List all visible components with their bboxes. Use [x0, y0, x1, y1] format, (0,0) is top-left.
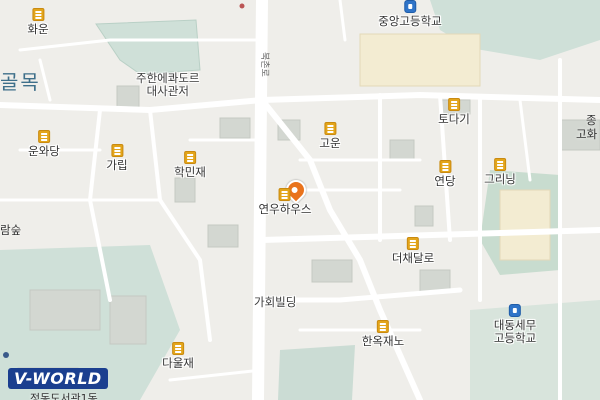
building-icon — [184, 151, 196, 164]
school-ground-daedong — [499, 189, 551, 261]
poi-goun[interactable]: 고운 — [319, 122, 341, 150]
edge-label-bottom: 정동도서관1동 — [30, 392, 98, 400]
building-icon — [38, 130, 50, 143]
poi-label: 그리닝 — [484, 172, 516, 186]
building-icon — [376, 320, 389, 333]
poi-gahoe-building[interactable]: 가회빌딩 — [254, 296, 296, 309]
poi-label: 더채달로 — [391, 251, 435, 265]
school-ground-jungang — [359, 33, 481, 87]
area-label: 골목 — [0, 70, 41, 94]
poi-grining[interactable]: 그리닝 — [484, 158, 516, 186]
poi-todagi[interactable]: 토다기 — [438, 98, 470, 126]
poi-label: 화운 — [27, 22, 49, 36]
poi-label: 운와당 — [28, 144, 60, 158]
poi-hanokjaeno[interactable]: 한옥재노 — [362, 320, 404, 348]
poi-label: 학민재 — [174, 165, 206, 179]
poi-yeondang[interactable]: 연당 — [434, 160, 456, 188]
poi-garip[interactable]: 가립 — [106, 144, 128, 172]
poi-label: 대동세무 고등학교 — [493, 318, 537, 345]
building-icon — [406, 237, 419, 250]
poi-jungang-high-school[interactable]: 중앙고등학교 — [378, 0, 442, 28]
building-icon — [31, 8, 44, 21]
edge-label-left: 람숲 — [0, 223, 22, 237]
building-icon — [494, 158, 506, 171]
poi-yeonu-house[interactable]: 연우하우스 — [258, 188, 312, 216]
poi-label: 다울재 — [162, 356, 194, 370]
building-icon — [172, 342, 184, 355]
poi-label: 연당 — [434, 174, 456, 188]
road-label: 북촌로 — [259, 52, 269, 77]
poi-label: 가립 — [106, 158, 128, 172]
school-icon — [403, 0, 416, 13]
poi-hwaun[interactable]: 화운 — [27, 8, 49, 36]
map-viewport[interactable]: 골목 북촌로 람숲 종 고화 정동도서관1동 화운 주한에콰도르 대사관저 운와… — [0, 0, 600, 400]
building-icon — [323, 122, 336, 135]
poi-hakminjae[interactable]: 학민재 — [174, 151, 206, 179]
building-icon — [438, 160, 451, 173]
park-area-bottom-center — [278, 345, 355, 400]
building-icon — [279, 188, 291, 201]
small-marker-icon — [3, 352, 9, 358]
vworld-logo: V-WORLD — [8, 368, 108, 389]
poi-label: 토다기 — [438, 112, 470, 126]
poi-daeulae[interactable]: 다울재 — [162, 342, 194, 370]
poi-label: 연우하우스 — [258, 202, 312, 216]
poi-unwadang[interactable]: 운와당 — [28, 130, 60, 158]
park-area-top-left — [95, 19, 201, 75]
poi-juhan-ecuador[interactable]: 주한에콰도르 대사관저 — [136, 72, 199, 98]
building-icon — [448, 98, 460, 111]
poi-deochaedallo[interactable]: 더채달로 — [392, 237, 434, 265]
small-marker-icon — [239, 3, 245, 9]
building-icon — [110, 144, 123, 157]
school-icon — [508, 304, 521, 317]
edge-label-right-2: 고화 — [576, 127, 598, 141]
poi-label: 한옥재노 — [361, 334, 405, 348]
poi-daedong-tax-high-school[interactable]: 대동세무 고등학교 — [494, 304, 536, 345]
poi-label: 중앙고등학교 — [378, 14, 442, 28]
poi-label: 고운 — [319, 136, 341, 150]
